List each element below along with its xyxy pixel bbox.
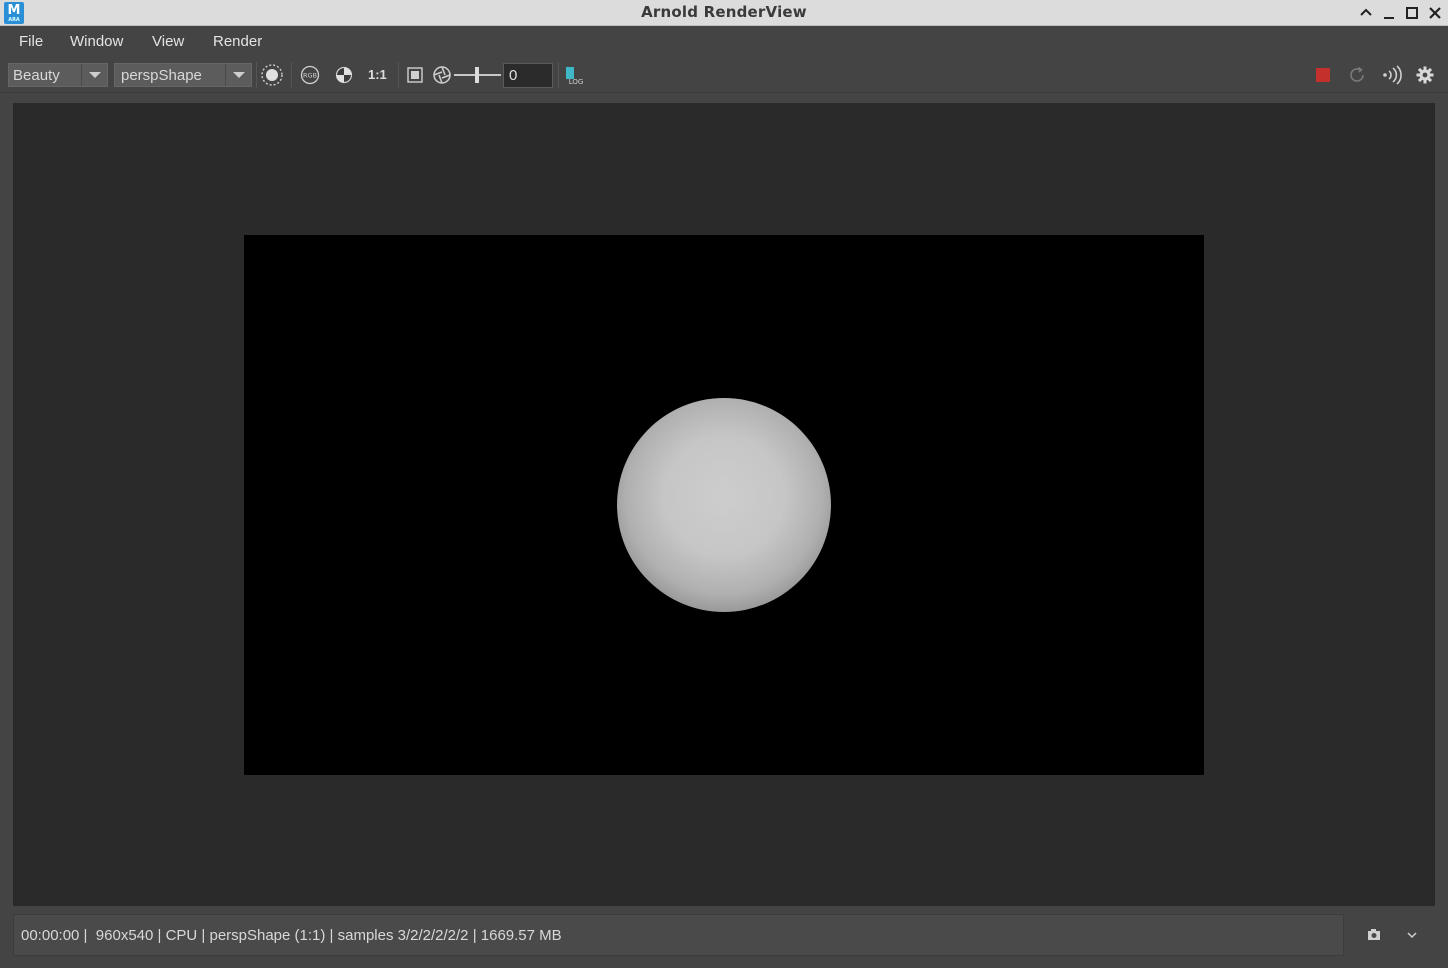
exposure-icon[interactable] [430, 63, 454, 87]
maximize-chevron-icon[interactable] [1356, 3, 1376, 23]
stop-render-icon[interactable] [1311, 63, 1335, 87]
close-icon[interactable] [1425, 3, 1445, 23]
restore-icon[interactable] [1402, 3, 1422, 23]
menu-bar: File Window View Render [0, 26, 1448, 58]
window-title: Arnold RenderView [641, 3, 807, 21]
camera-dropdown-label: perspShape [121, 67, 202, 84]
background-checker-icon[interactable] [332, 63, 356, 87]
status-bar: 00:00:00 | 960x540 | CPU | perspShape (1… [13, 914, 1344, 956]
interactive-render-icon[interactable] [1379, 63, 1403, 87]
toolbar-divider [256, 62, 257, 88]
svg-text:RGB: RGB [303, 72, 317, 80]
menu-window[interactable]: Window [70, 33, 123, 50]
rgb-channels-icon[interactable]: RGB [298, 63, 322, 87]
minimize-icon[interactable] [1379, 3, 1399, 23]
chevron-down-icon [81, 64, 107, 86]
one-to-one-zoom-button[interactable]: 1:1 [368, 67, 387, 82]
menu-file[interactable]: File [19, 33, 43, 50]
aov-dropdown[interactable]: Beauty [8, 63, 108, 87]
status-text: 00:00:00 | 960x540 | CPU | perspShape (1… [21, 927, 562, 944]
svg-text:LOG: LOG [569, 78, 584, 86]
toolbar-divider [398, 62, 399, 88]
toolbar: Beauty perspShape RGB 1:1 0 LOG [0, 58, 1448, 93]
log-icon[interactable]: LOG [563, 63, 587, 87]
title-bar: M ARA Arnold RenderView [0, 0, 1448, 26]
toolbar-divider [291, 62, 292, 88]
display-settings-icon[interactable] [260, 63, 284, 87]
menu-view[interactable]: View [152, 33, 184, 50]
settings-gear-icon[interactable] [1413, 63, 1437, 87]
exposure-slider-handle[interactable] [475, 67, 479, 83]
aov-dropdown-label: Beauty [13, 67, 60, 84]
snapshot-camera-icon[interactable] [1363, 924, 1385, 946]
menu-render[interactable]: Render [213, 33, 262, 50]
toolbar-divider [558, 62, 559, 88]
camera-dropdown[interactable]: perspShape [114, 63, 252, 87]
chevron-down-icon [225, 64, 251, 86]
refresh-render-icon[interactable] [1345, 63, 1369, 87]
rendered-sphere [617, 398, 831, 612]
render-viewport[interactable] [13, 103, 1435, 906]
exposure-input[interactable]: 0 [503, 63, 553, 88]
chevron-down-icon[interactable] [1401, 924, 1423, 946]
render-image [244, 235, 1204, 775]
frame-fit-icon[interactable] [403, 63, 427, 87]
